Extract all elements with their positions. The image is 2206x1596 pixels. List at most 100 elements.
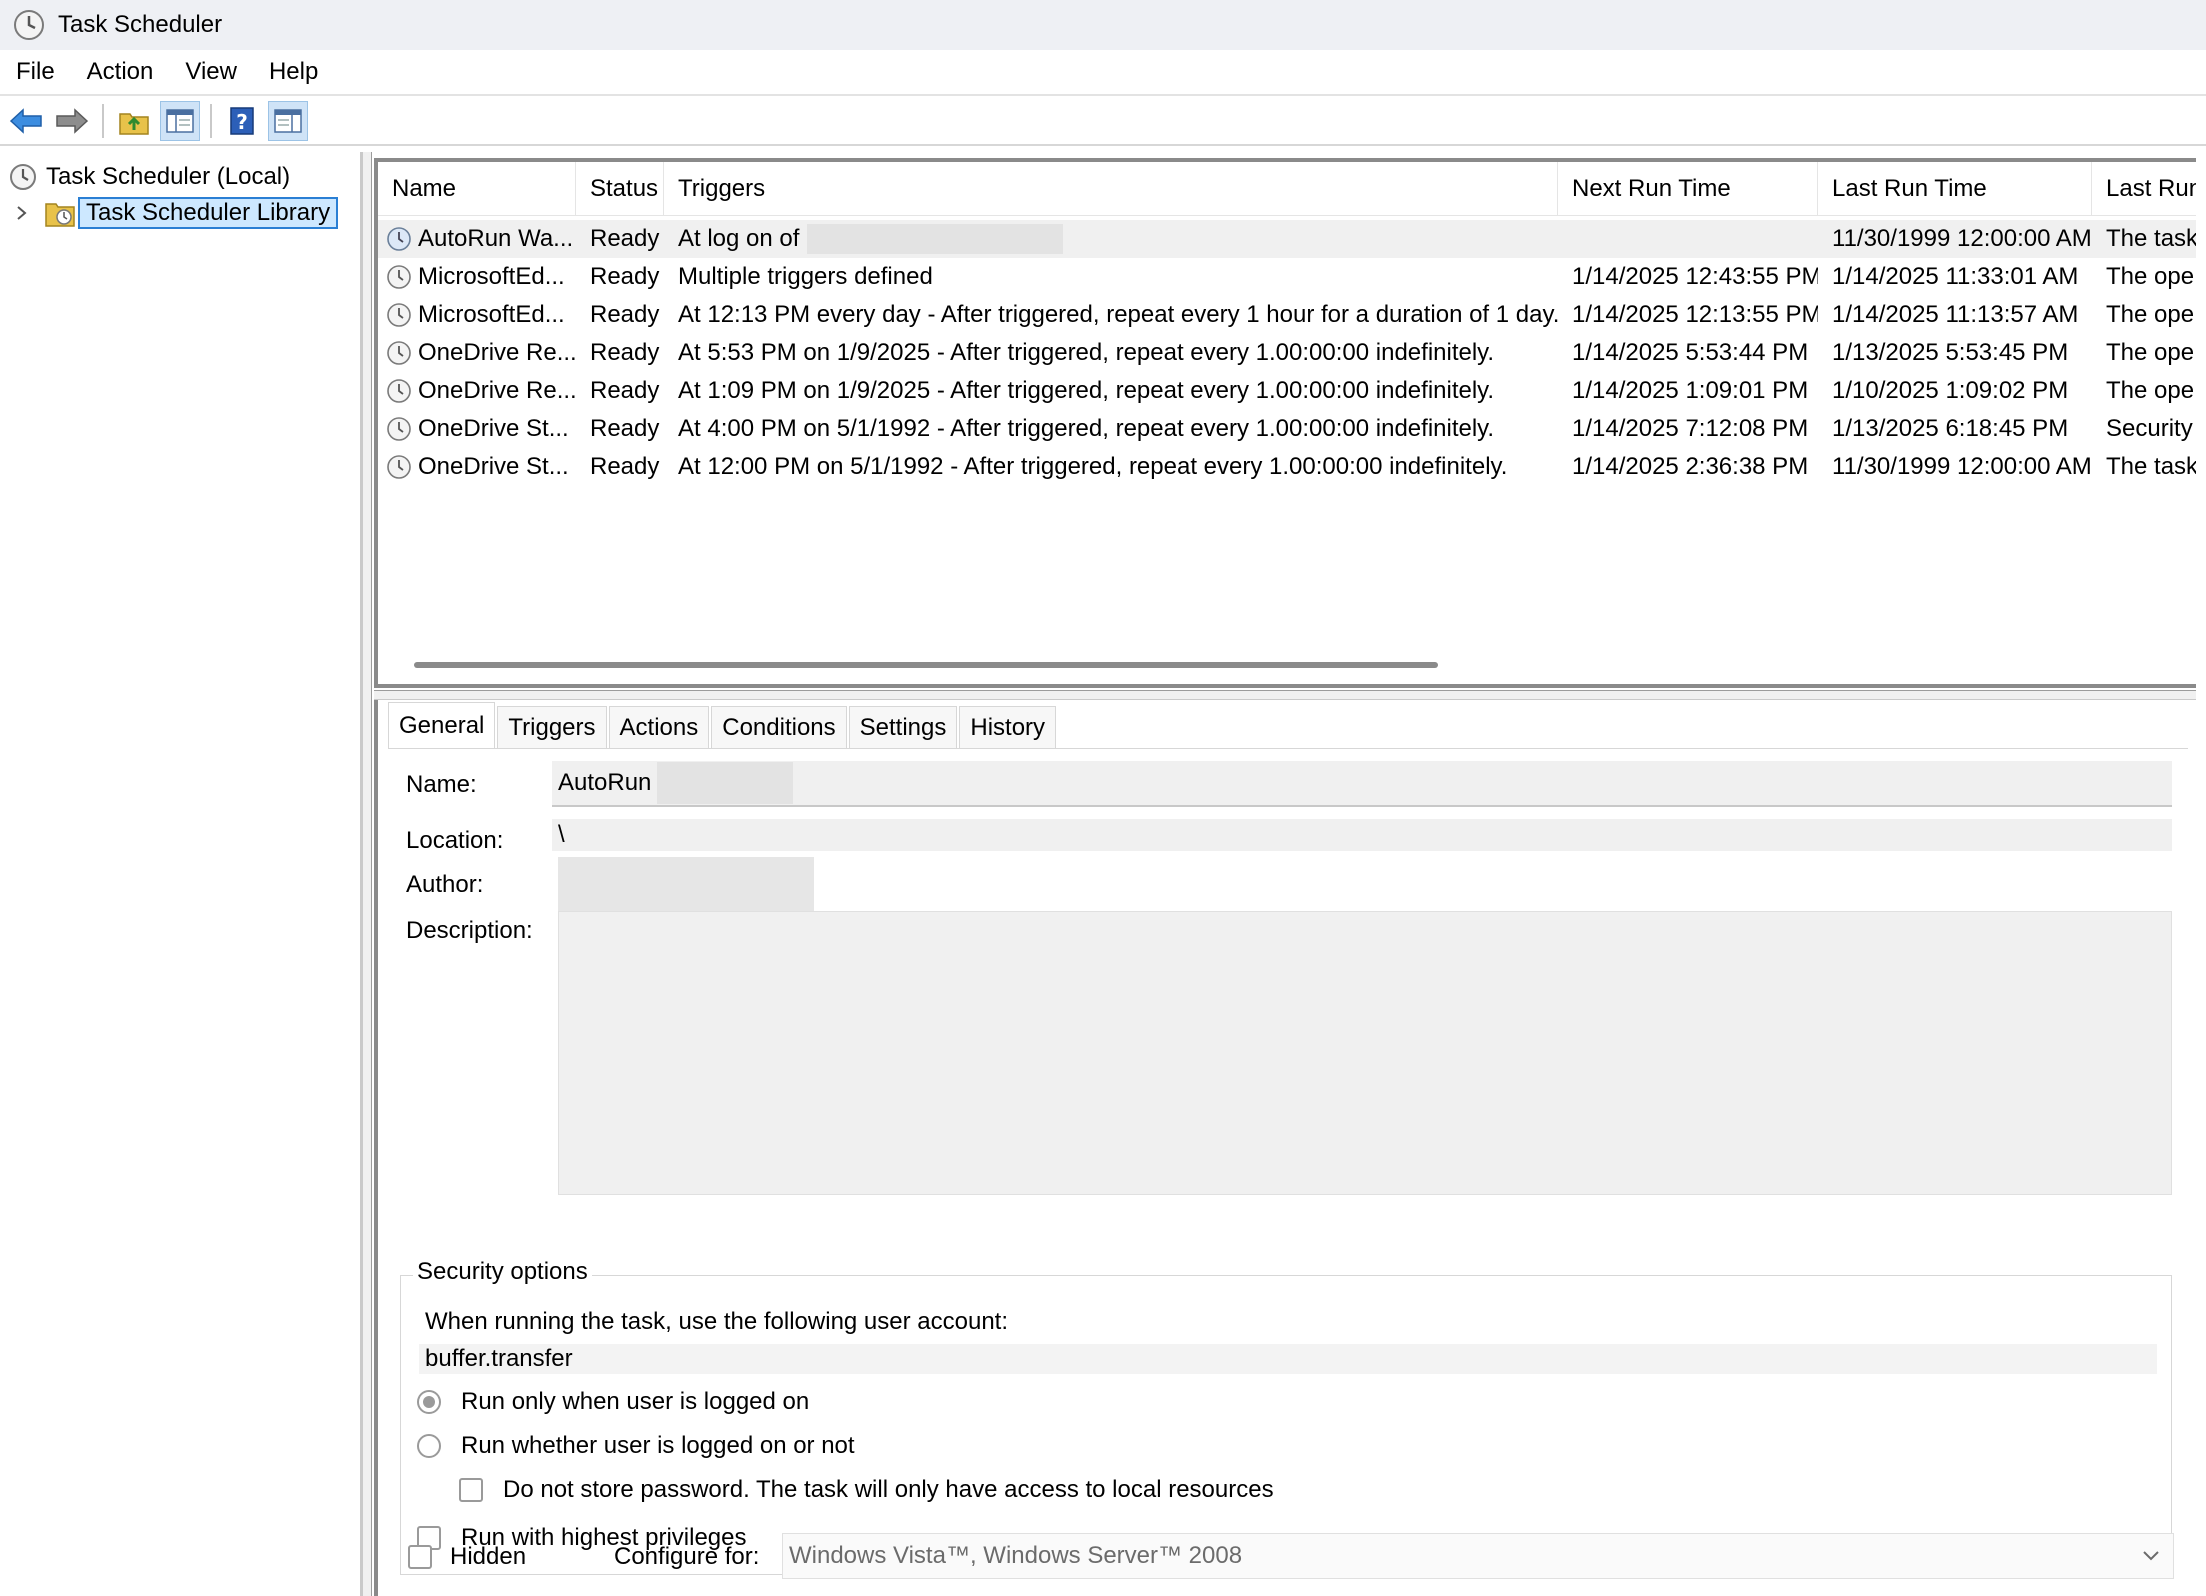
location-field[interactable]: \ bbox=[552, 819, 2172, 851]
task-next-run-time: 1/14/2025 1:09:01 PM bbox=[1572, 377, 1809, 404]
tab-history[interactable]: History bbox=[959, 706, 1057, 748]
account-prompt: When running the task, use the following… bbox=[425, 1308, 1009, 1335]
task-last-run-time: 1/14/2025 11:33:01 AM bbox=[1832, 263, 2079, 290]
menu-help[interactable]: Help bbox=[253, 58, 334, 86]
column-header-triggers[interactable]: Triggers bbox=[664, 162, 1558, 216]
tree-node-library[interactable]: Task Scheduler Library bbox=[12, 196, 339, 230]
show-hide-console-tree-icon bbox=[166, 109, 194, 133]
task-last-run-result: The ope bbox=[2106, 263, 2195, 290]
task-last-run-time: 1/13/2025 5:53:45 PM bbox=[1832, 339, 2069, 366]
task-triggers: At 12:00 PM on 5/1/1992 - After triggere… bbox=[678, 453, 1508, 480]
tree-label-local: Task Scheduler (Local) bbox=[46, 163, 291, 190]
task-clock-icon bbox=[387, 379, 411, 403]
description-label: Description: bbox=[406, 917, 533, 944]
task-name: OneDrive Re... bbox=[418, 377, 576, 404]
show-hide-action-pane-button[interactable] bbox=[268, 101, 308, 141]
svg-text:?: ? bbox=[236, 110, 248, 134]
help-button[interactable]: ? bbox=[222, 101, 262, 141]
tab-settings[interactable]: Settings bbox=[848, 706, 958, 748]
console-tree: Task Scheduler (Local) Task Scheduler Li… bbox=[0, 152, 362, 1596]
do-not-store-password-checkbox[interactable] bbox=[459, 1478, 483, 1502]
tab-triggers[interactable]: Triggers bbox=[497, 706, 607, 748]
task-row[interactable]: OneDrive St... Ready At 12:00 PM on 5/1/… bbox=[378, 448, 2196, 486]
user-account-value: buffer.transfer bbox=[425, 1345, 573, 1372]
task-next-run-time: 1/14/2025 7:12:08 PM bbox=[1572, 415, 1809, 442]
task-triggers: At 4:00 PM on 5/1/1992 - After triggered… bbox=[678, 415, 1495, 442]
redacted-block bbox=[657, 762, 794, 804]
location-value: \ bbox=[558, 821, 565, 848]
run-logged-on-radio[interactable] bbox=[417, 1390, 441, 1414]
configure-for-dropdown[interactable]: Windows Vista™, Windows Server™ 2008 bbox=[782, 1533, 2174, 1579]
task-last-run-result: The ope bbox=[2106, 339, 2195, 366]
column-header-name[interactable]: Name bbox=[378, 162, 576, 216]
task-last-run-time: 1/10/2025 1:09:02 PM bbox=[1832, 377, 2069, 404]
task-clock-icon bbox=[387, 265, 411, 289]
forward-icon bbox=[56, 108, 89, 134]
task-last-run-result: The task bbox=[2106, 225, 2196, 252]
name-label: Name: bbox=[406, 771, 477, 798]
column-header-last-run-time[interactable]: Last Run Time bbox=[1818, 162, 2092, 216]
task-list: Name Status Triggers Next Run Time Last … bbox=[374, 158, 2196, 688]
column-header-next-run-time[interactable]: Next Run Time bbox=[1558, 162, 1818, 216]
menu-file[interactable]: File bbox=[0, 58, 71, 86]
show-hide-console-tree-button[interactable] bbox=[160, 101, 200, 141]
task-triggers: At log on of bbox=[678, 225, 800, 252]
task-row[interactable]: OneDrive Re... Ready At 5:53 PM on 1/9/2… bbox=[378, 334, 2196, 372]
task-last-run-result: The ope bbox=[2106, 377, 2195, 404]
task-last-run-time: 11/30/1999 12:00:00 AM bbox=[1832, 453, 2092, 480]
task-row[interactable]: AutoRun Wa... Ready At log on of 11/30/1… bbox=[378, 220, 2196, 258]
task-row[interactable]: OneDrive Re... Ready At 1:09 PM on 1/9/2… bbox=[378, 372, 2196, 410]
show-hide-action-pane-icon bbox=[274, 109, 302, 133]
task-status: Ready bbox=[590, 301, 660, 328]
back-icon bbox=[9, 108, 42, 134]
vertical-splitter[interactable] bbox=[362, 152, 372, 1596]
menu-action[interactable]: Action bbox=[71, 58, 170, 86]
horizontal-splitter[interactable] bbox=[374, 690, 2196, 700]
tab-actions[interactable]: Actions bbox=[608, 706, 710, 748]
task-row[interactable]: MicrosoftEd... Ready Multiple triggers d… bbox=[378, 258, 2196, 296]
column-header-status[interactable]: Status bbox=[576, 162, 664, 216]
name-field[interactable]: AutoRun bbox=[552, 761, 2172, 807]
column-header-last-run-result[interactable]: Last Run bbox=[2092, 162, 2196, 216]
run-whether-radio[interactable] bbox=[417, 1434, 441, 1458]
task-name: OneDrive St... bbox=[418, 415, 569, 442]
task-detail-pane: General Triggers Actions Conditions Sett… bbox=[374, 700, 2196, 1596]
task-last-run-result: The ope bbox=[2106, 301, 2195, 328]
menu-bar: File Action View Help bbox=[0, 50, 2206, 96]
task-clock-icon bbox=[387, 303, 411, 327]
task-status: Ready bbox=[590, 415, 660, 442]
chevron-right-icon[interactable] bbox=[12, 203, 32, 223]
forward-button[interactable] bbox=[52, 101, 92, 141]
clock-icon bbox=[10, 164, 36, 190]
task-triggers: At 5:53 PM on 1/9/2025 - After triggered… bbox=[678, 339, 1495, 366]
run-logged-on-label: Run only when user is logged on bbox=[461, 1388, 810, 1415]
task-name: MicrosoftEd... bbox=[418, 301, 565, 328]
menu-view[interactable]: View bbox=[169, 58, 253, 86]
task-last-run-result: The task bbox=[2106, 453, 2196, 480]
author-label: Author: bbox=[406, 871, 484, 898]
author-field[interactable] bbox=[558, 857, 814, 915]
task-status: Ready bbox=[590, 339, 660, 366]
window-title: Task Scheduler bbox=[58, 11, 223, 38]
horizontal-scrollbar[interactable] bbox=[414, 662, 1438, 668]
hidden-checkbox[interactable] bbox=[408, 1545, 432, 1569]
clock-icon bbox=[14, 10, 44, 40]
task-clock-icon bbox=[387, 417, 411, 441]
task-status: Ready bbox=[590, 453, 660, 480]
task-status: Ready bbox=[590, 377, 660, 404]
back-button[interactable] bbox=[6, 101, 46, 141]
task-row[interactable]: MicrosoftEd... Ready At 12:13 PM every d… bbox=[378, 296, 2196, 334]
tab-general[interactable]: General bbox=[388, 702, 496, 748]
description-field[interactable] bbox=[558, 911, 2172, 1195]
tab-conditions[interactable]: Conditions bbox=[711, 706, 847, 748]
up-folder-button[interactable] bbox=[114, 101, 154, 141]
user-account-field: buffer.transfer bbox=[419, 1344, 2157, 1374]
do-not-store-password-label: Do not store password. The task will onl… bbox=[503, 1476, 1274, 1503]
name-value: AutoRun bbox=[558, 769, 652, 796]
task-status: Ready bbox=[590, 263, 660, 290]
task-row[interactable]: OneDrive St... Ready At 4:00 PM on 5/1/1… bbox=[378, 410, 2196, 448]
tree-node-local[interactable]: Task Scheduler (Local) bbox=[8, 160, 298, 194]
task-name: AutoRun Wa... bbox=[418, 225, 574, 252]
chevron-down-icon bbox=[2143, 1551, 2159, 1561]
task-name: OneDrive Re... bbox=[418, 339, 576, 366]
